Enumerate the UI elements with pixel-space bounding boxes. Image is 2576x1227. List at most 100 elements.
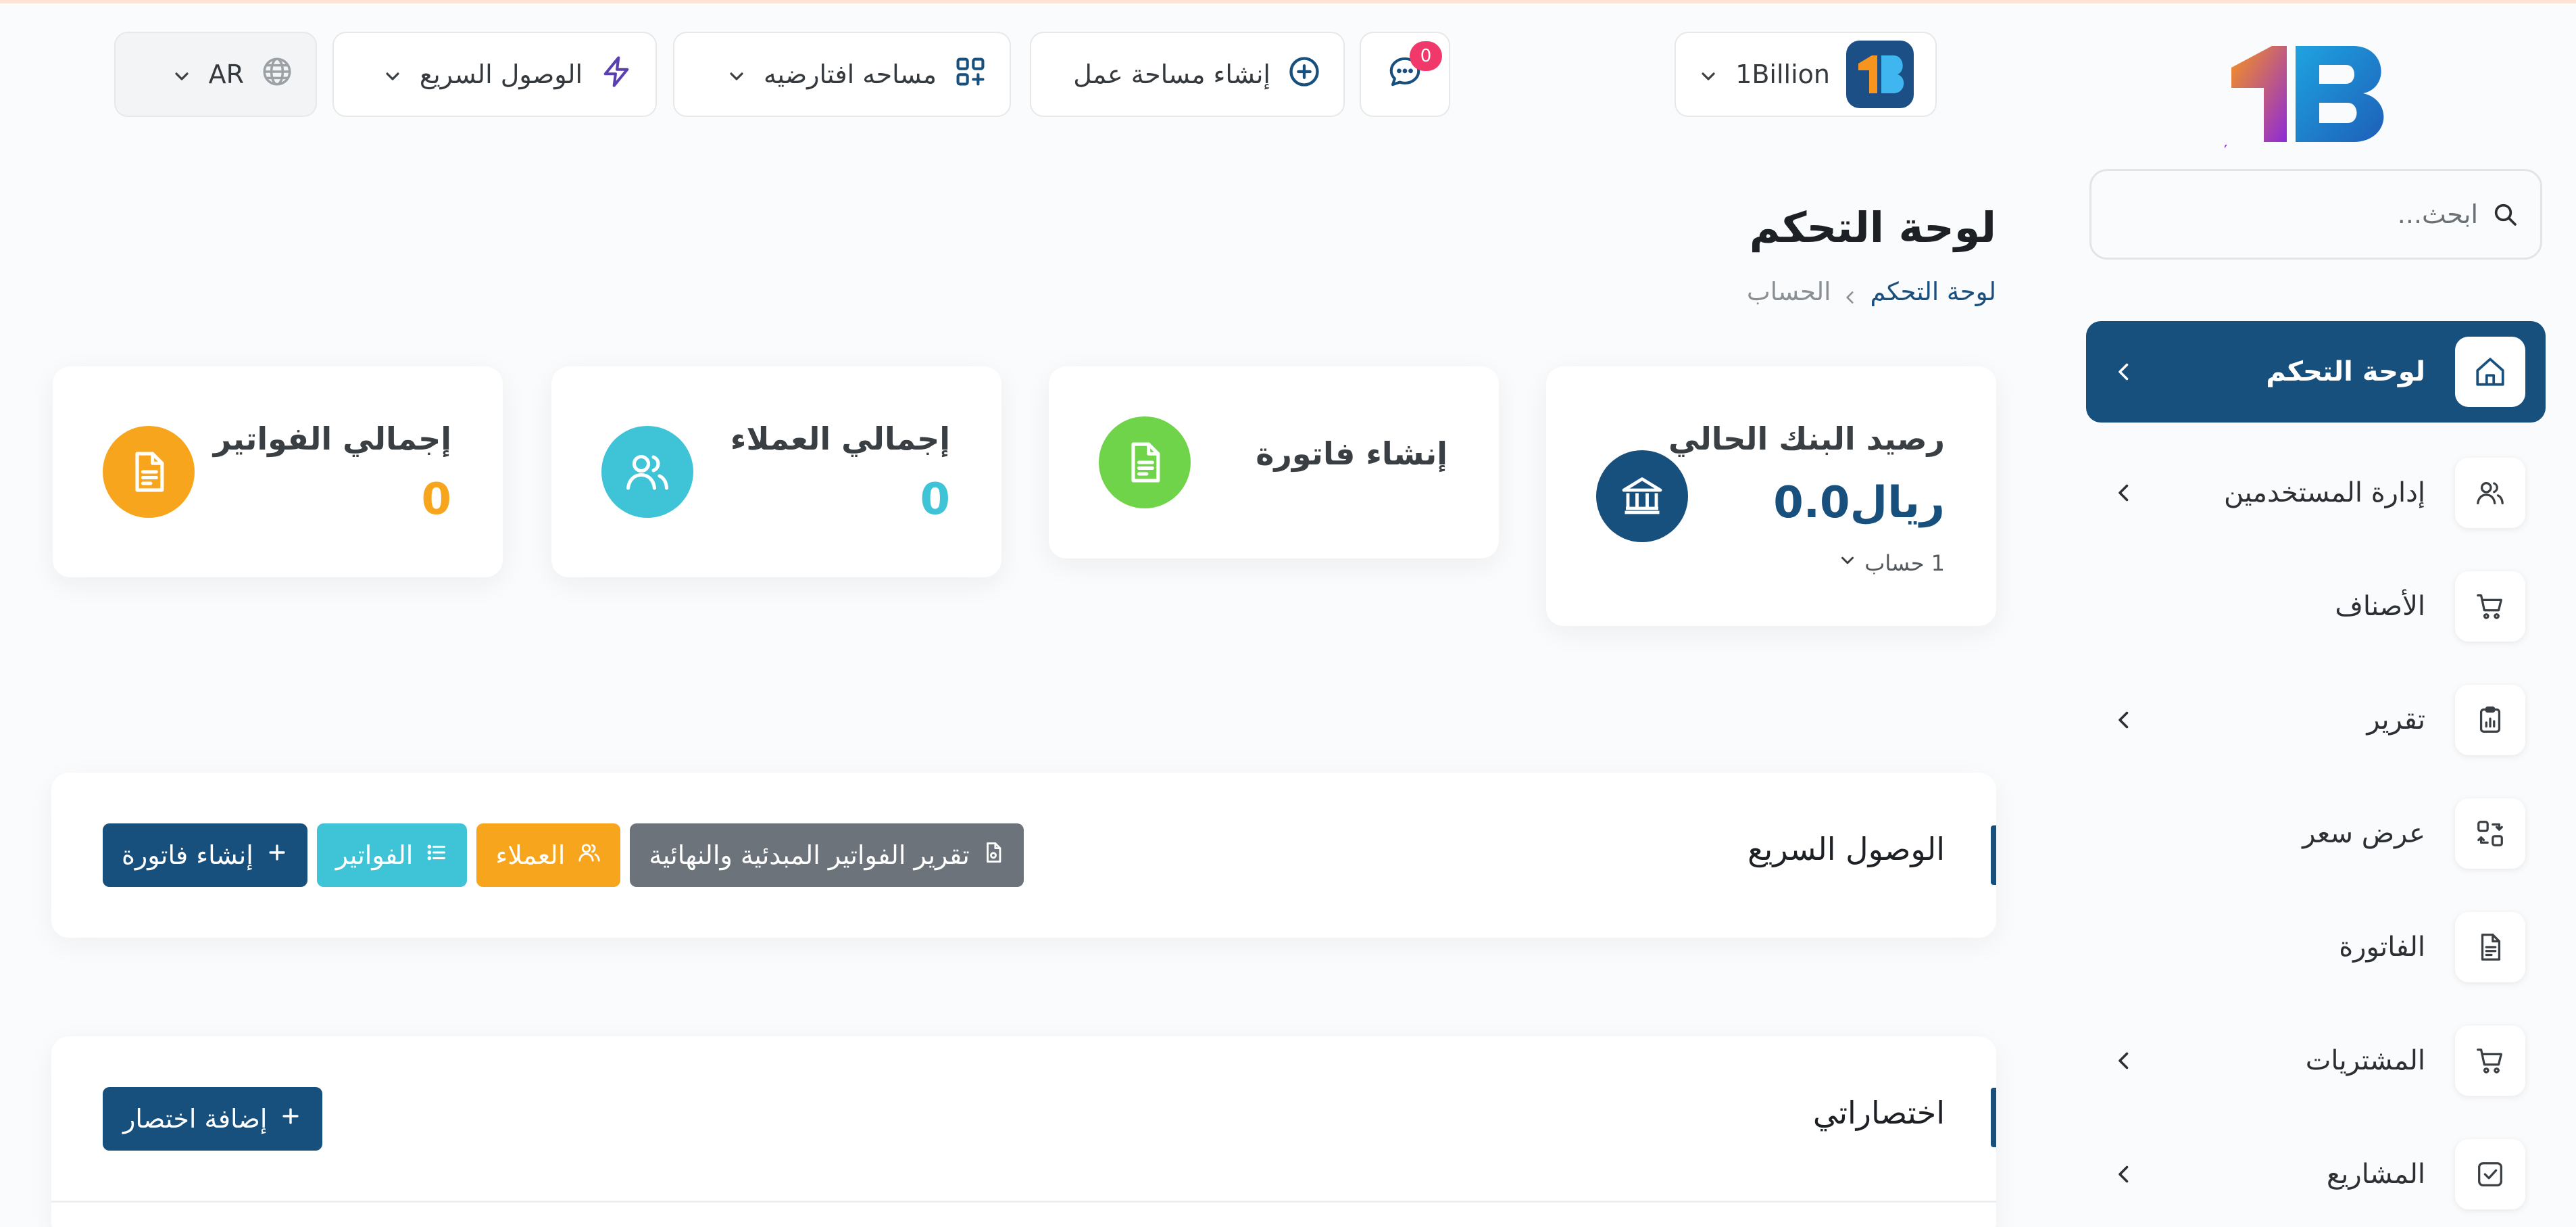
chevron-left-icon [1841,283,1859,304]
notification-badge: 0 [1410,41,1442,71]
panel-title: اختصاراتي [1812,1094,1945,1131]
language-selector[interactable]: AR [114,32,317,117]
chevron-left-icon [2112,708,2136,732]
sidebar-item-label: تقرير [2367,704,2425,736]
button-label: تقرير الفواتير المبدئية والنهائية [649,840,970,870]
document-icon [1099,416,1191,508]
panel-accent-bar [1991,825,1996,885]
chevron-left-icon [2112,1049,2136,1073]
users-icon [2455,458,2525,528]
quick-access-dropdown[interactable]: الوصول السريع [332,32,657,117]
globe-icon [260,55,294,95]
quote-exchange-icon [2455,798,2525,869]
sidebar-item-quote[interactable]: عرض سعر [2086,784,2546,884]
sidebar-item-invoice[interactable]: الفاتورة [2086,897,2546,997]
company-switcher[interactable]: 1Billion [1675,32,1937,117]
button-label: العملاء [495,840,566,870]
sidebar-nav: لوحة التحكم إدارة المستخدمين الأصناف تقر… [2086,321,2546,1227]
panel-accent-bar [1991,1088,1996,1147]
lightning-icon [599,54,634,95]
sidebar-item-label: إدارة المستخدمين [2224,477,2425,508]
company-name: 1Billion [1735,59,1830,89]
card-title: إجمالي العملاء [730,420,950,457]
plus-icon [279,1104,302,1134]
create-invoice-card[interactable]: إنشاء فاتورة [1049,366,1499,558]
quick-access-buttons: إنشاء فاتورة الفواتير العملاء تقرير الفو… [103,823,1024,887]
users-icon [601,426,693,518]
page-title: لوحة التحكم [1749,203,1996,252]
bank-icon [1596,450,1688,542]
sidebar-item-report[interactable]: تقرير [2086,670,2546,770]
card-title: رصيد البنك الحالي [1668,420,1945,457]
brand-logo[interactable]: AGENCY [2171,41,2400,158]
bank-balance-value: ريال0.0 [1773,478,1945,528]
add-shortcut-button[interactable]: إضافة اختصار [103,1087,323,1151]
shortcuts-panel: اختصاراتي إضافة اختصار [51,1036,1996,1227]
messages-button[interactable]: 0 [1360,32,1450,117]
panel-title: الوصول السريع [1748,831,1945,867]
chevron-down-icon [1837,550,1858,576]
button-label: الفواتير [335,840,414,870]
cart-icon [2455,1026,2525,1096]
search-input[interactable] [2112,199,2478,229]
sidebar-item-users[interactable]: إدارة المستخدمين [2086,443,2546,543]
users-icon [577,840,601,871]
chevron-down-icon [726,64,747,85]
search-box[interactable] [2089,169,2542,260]
button-label: إنشاء فاتورة [122,840,253,870]
file-report-icon [982,840,1005,870]
card-title: إجمالي الفواتير [213,420,451,457]
breadcrumb: لوحة التحكم الحساب [1747,277,1996,306]
document-icon [103,426,195,518]
workspace-dropdown[interactable]: مساحه افتارضيه [673,32,1011,117]
quick-invoices-button[interactable]: الفواتير [316,823,468,887]
chevron-down-icon [1698,64,1719,85]
clipboard-chart-icon [2455,685,2525,755]
quick-access-panel: الوصول السريع إنشاء فاتورة الفواتير العم… [51,773,1996,938]
checkbox-icon [2455,1139,2525,1209]
home-icon [2455,337,2525,407]
total-invoices-value: 0 [421,475,451,525]
sidebar-item-label: المشاريع [2326,1159,2425,1190]
create-workspace-button[interactable]: إنشاء مساحة عمل [1030,32,1345,117]
divider [51,1201,1996,1203]
quick-create-invoice-button[interactable]: إنشاء فاتورة [103,823,307,887]
sidebar-item-label: عرض سعر [2302,818,2425,849]
chevron-left-icon [2112,1162,2136,1186]
logo-subtext: AGENCY [2225,143,2227,155]
create-workspace-label: إنشاء مساحة عمل [1073,59,1270,89]
apps-add-icon [953,54,988,95]
total-clients-value: 0 [920,475,950,525]
sidebar-item-projects[interactable]: المشاريع [2086,1124,2546,1224]
sidebar: AGENCY لوحة التحكم إدارة المستخدمين [2042,3,2576,1227]
breadcrumb-parent[interactable]: الحساب [1747,277,1831,306]
sidebar-item-purchases[interactable]: المشتريات [2086,1011,2546,1111]
quick-invoice-report-button[interactable]: تقرير الفواتير المبدئية والنهائية [630,823,1024,887]
sidebar-item-label: الفاتورة [2339,932,2425,963]
sidebar-item-label: المشتريات [2305,1045,2425,1076]
quick-access-label: الوصول السريع [419,59,583,89]
plus-icon [266,840,289,870]
bank-balance-card: رصيد البنك الحالي ريال0.0 1 حساب [1546,366,1996,626]
chevron-down-icon [171,64,193,85]
quick-clients-button[interactable]: العملاء [476,823,621,887]
chevron-left-icon [2112,360,2136,384]
button-label: إضافة اختصار [123,1104,268,1134]
accounts-count: 1 حساب [1864,550,1945,576]
plus-circle-icon [1287,54,1322,95]
logo-image: AGENCY [2171,46,2384,158]
sidebar-item-categories[interactable]: الأصناف [2086,556,2546,656]
accounts-toggle[interactable]: 1 حساب [1837,550,1945,576]
cart-icon [2455,571,2525,642]
card-title: إنشاء فاتورة [1256,435,1447,472]
chevron-left-icon [2112,481,2136,505]
breadcrumb-current[interactable]: لوحة التحكم [1870,277,1996,306]
company-avatar [1846,41,1914,108]
sidebar-item-label: لوحة التحكم [2266,356,2425,387]
total-invoices-card: إجمالي الفواتير 0 [53,366,503,577]
language-label: AR [208,59,244,89]
chevron-down-icon [382,64,403,85]
search-icon [2490,199,2520,229]
sidebar-item-dashboard[interactable]: لوحة التحكم [2086,321,2546,423]
document-icon [2455,912,2525,982]
